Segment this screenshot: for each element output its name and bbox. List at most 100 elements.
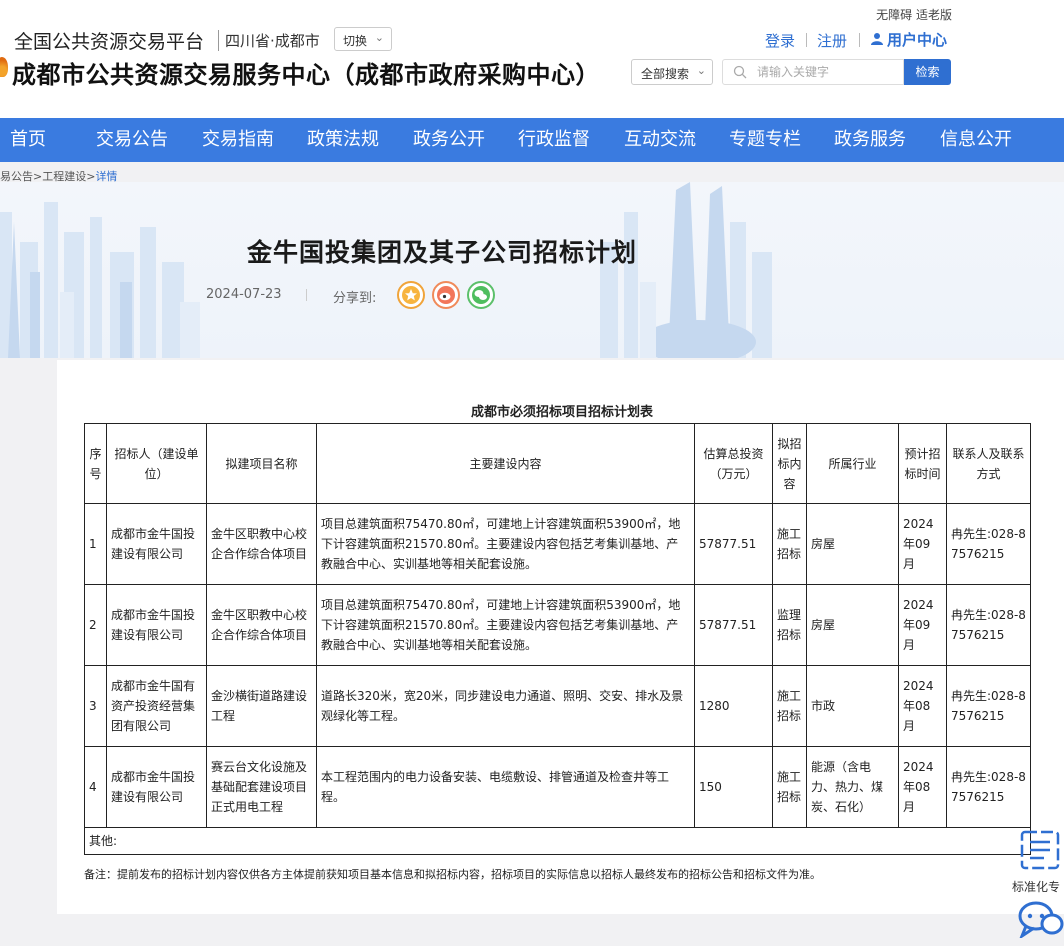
project-name-cell: 金沙横街道路建设工程 [206,665,317,747]
industry-cell: 房屋 [806,503,899,585]
nav-item-supervision[interactable]: 行政监督 [518,118,590,162]
nav-item-announcements[interactable]: 交易公告 [96,118,168,162]
project-name-cell: 金牛区职教中心校企合作综合体项目 [206,503,317,585]
breadcrumb-current: 详情 [95,170,118,183]
table-title: 成都市必须招标项目招标计划表 [470,405,653,420]
nav-item-policies[interactable]: 政策法规 [307,118,379,162]
register-link[interactable]: 注册 [817,30,847,51]
main-navigation: 首页 交易公告 交易指南 政策法规 政务公开 行政监督 互动交流 专题专栏 政务… [0,118,1064,162]
project-name-cell: 金牛区职教中心校企合作综合体项目 [206,584,317,666]
bid-time-cell: 2024年09月 [898,503,947,585]
search-button[interactable]: 检索 [904,59,951,85]
nav-item-services[interactable]: 政务服务 [834,118,906,162]
header-cell: 主要建设内容 [316,423,695,504]
header-cell: 拟招标内容 [772,423,807,504]
content-cell: 本工程范围内的电力设备安装、电缆敷设、排管通道及检查井等工程。 [316,746,695,828]
table-header-row: 序号 招标人（建设单位） 拟建项目名称 主要建设内容 估算总投资（万元） 拟招标… [84,423,1031,504]
header-cell: 所属行业 [806,423,899,504]
share-weibo-button[interactable] [432,281,460,309]
city-skyline-illustration [0,182,772,358]
divider [859,33,860,47]
search-icon [733,65,747,79]
user-icon [871,33,883,45]
platform-name[interactable]: 全国公共资源交易平台 [14,27,204,54]
row-index: 3 [84,665,107,747]
search-scope-select[interactable]: 全部搜索 ⌄ [631,59,713,85]
chat-icon[interactable] [1016,898,1064,938]
investment-cell: 57877.51 [694,503,773,585]
header-cell: 联系人及联系方式 [946,423,1031,504]
table-row: 2 成都市金牛国投建设有限公司 金牛区职教中心校企合作综合体项目 项目总建筑面积… [84,584,1031,666]
tenderer-cell: 成都市金牛国投建设有限公司 [106,503,207,585]
breadcrumb-path[interactable]: 易公告>工程建设> [0,170,95,183]
bidding-plan-table: 序号 招标人（建设单位） 拟建项目名称 主要建设内容 估算总投资（万元） 拟招标… [84,423,1031,855]
bid-time-cell: 2024年08月 [898,665,947,747]
hero-banner [0,182,1064,358]
industry-cell: 房屋 [806,584,899,666]
nav-item-gov-affairs[interactable]: 政务公开 [413,118,485,162]
table-row: 4 成都市金牛国投建设有限公司 赛云台文化设施及基础配套建设项目正式用电工程 本… [84,746,1031,828]
nav-item-guide[interactable]: 交易指南 [202,118,274,162]
standardization-label[interactable]: 标准化专 [1012,878,1060,895]
investment-cell: 150 [694,746,773,828]
tenderer-cell: 成都市金牛国投建设有限公司 [106,584,207,666]
remark-note: 备注：提前发布的招标计划内容仅供各方主体提前获知项目基本信息和拟招标内容，招标项… [84,868,821,881]
chevron-down-icon: ⌄ [374,31,384,44]
divider [806,33,807,47]
table-other-row: 其他: [84,827,1031,855]
share-label: 分享到: [333,291,377,306]
region-label: 四川省·成都市 [218,30,320,51]
nav-item-disclosure[interactable]: 信息公开 [940,118,1012,162]
breadcrumb: 易公告>工程建设>详情 [0,168,117,184]
table-row: 3 成都市金牛国有资产投资经营集团有限公司 金沙横街道路建设工程 道路长320米… [84,665,1031,747]
content-cell: 项目总建筑面积75470.80㎡，可建地上计容建筑面积53900㎡，地下计容建筑… [316,503,695,585]
search-scope-label: 全部搜索 [641,67,690,81]
accessibility-links[interactable]: 无障碍 适老版 [876,6,952,23]
table-row: 1 成都市金牛国投建设有限公司 金牛区职教中心校企合作综合体项目 项目总建筑面积… [84,503,1031,585]
bid-time-cell: 2024年08月 [898,746,947,828]
row-index: 1 [84,503,107,585]
tenderer-cell: 成都市金牛国有资产投资经营集团有限公司 [106,665,207,747]
user-center-link[interactable]: 用户中心 [870,29,947,50]
page-title: 金牛国投集团及其子公司招标计划 [247,238,638,267]
wechat-icon [472,286,490,304]
standardization-icon[interactable] [1018,828,1062,872]
contact-cell: 冉先生:028-87576215 [946,665,1031,747]
user-center-label: 用户中心 [887,31,948,49]
content-cell: 项目总建筑面积75470.80㎡，可建地上计容建筑面积53900㎡，地下计容建筑… [316,584,695,666]
project-name-cell: 赛云台文化设施及基础配套建设项目正式用电工程 [206,746,317,828]
tenderer-cell: 成都市金牛国投建设有限公司 [106,746,207,828]
nav-item-topics[interactable]: 专题专栏 [729,118,801,162]
nav-item-home[interactable]: 首页 [10,118,46,162]
chevron-down-icon: ⌄ [696,64,706,77]
site-header: 无障碍 适老版 全国公共资源交易平台 四川省·成都市 切换 ⌄ 登录 注册 用户… [0,0,1064,118]
login-link[interactable]: 登录 [765,30,795,51]
bid-time-cell: 2024年09月 [898,584,947,666]
publish-date: 2024-07-23 [206,287,282,302]
contact-cell: 冉先生:028-87576215 [946,503,1031,585]
switch-label: 切换 [343,34,368,48]
search-input[interactable] [757,63,897,81]
header-cell: 序号 [84,423,107,504]
header-cell: 拟建项目名称 [206,423,317,504]
center-title[interactable]: 成都市公共资源交易服务中心（成都市政府采购中心） [12,55,600,90]
switch-region-button[interactable]: 切换 ⌄ [334,27,392,51]
header-cell: 预计招标时间 [898,423,947,504]
content-cell: 道路长320米，宽20米，同步建设电力通道、照明、交安、排水及景观绿化等工程。 [316,665,695,747]
logo-icon [0,57,8,77]
contact-cell: 冉先生:028-87576215 [946,584,1031,666]
contact-cell: 冉先生:028-87576215 [946,746,1031,828]
row-index: 4 [84,746,107,828]
bid-type-cell: 施工招标 [772,746,807,828]
weibo-icon [437,286,455,304]
share-wechat-button[interactable] [467,281,495,309]
bid-type-cell: 施工招标 [772,503,807,585]
nav-item-interaction[interactable]: 互动交流 [624,118,696,162]
other-label: 其他: [84,827,1031,855]
row-index: 2 [84,584,107,666]
header-cell: 招标人（建设单位） [106,423,207,504]
search-box[interactable] [722,59,904,85]
bid-type-cell: 施工招标 [772,665,807,747]
share-favorite-button[interactable] [397,281,425,309]
investment-cell: 57877.51 [694,584,773,666]
